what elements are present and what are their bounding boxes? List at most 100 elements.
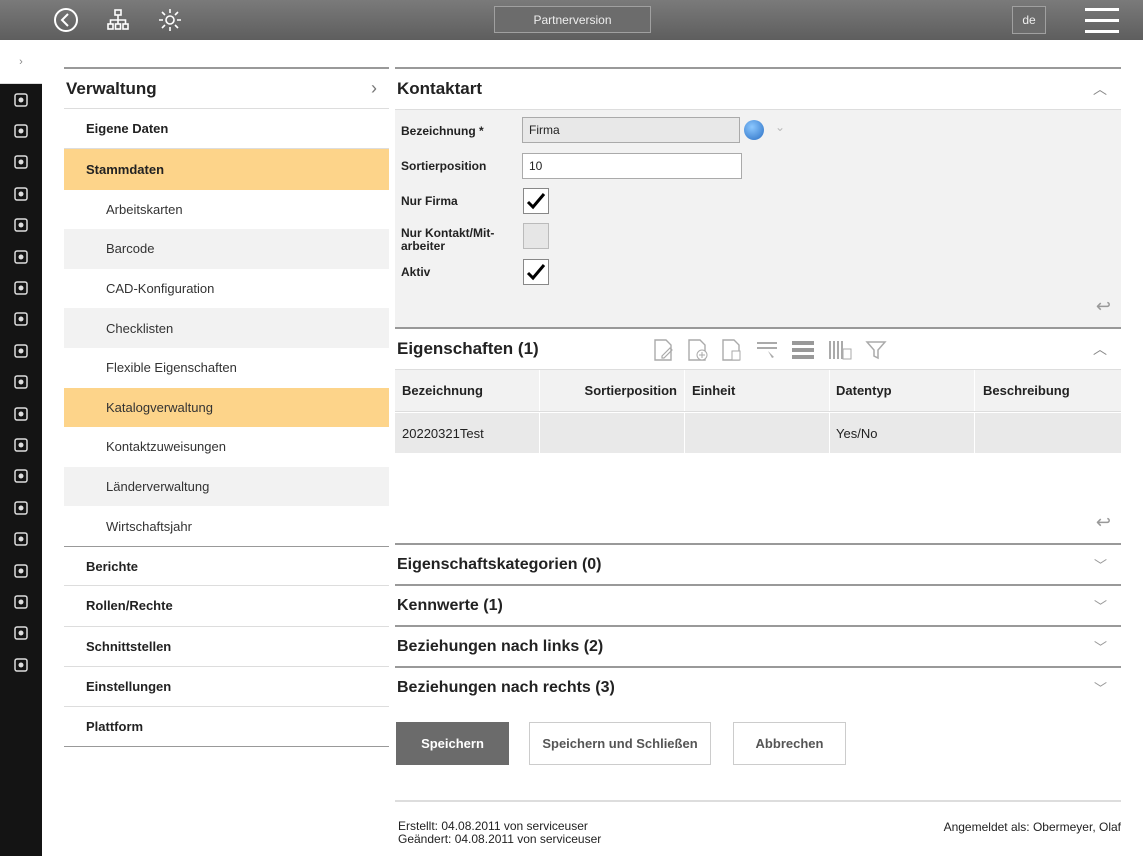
nav-header[interactable]: Verwaltung ›	[64, 67, 389, 109]
nav-subitem[interactable]: CAD-Konfiguration	[64, 269, 389, 309]
chart-icon[interactable]	[0, 147, 42, 178]
globe-icon[interactable]	[744, 120, 764, 140]
nav-item[interactable]: Schnittstellen	[64, 627, 389, 667]
cart-icon[interactable]	[0, 272, 42, 303]
col-beschreibung[interactable]: Beschreibung	[975, 370, 1121, 411]
filter-icon[interactable]	[865, 339, 887, 361]
col-datentyp[interactable]: Datentyp	[830, 370, 975, 411]
nav-subitem[interactable]: Katalogverwaltung	[64, 387, 389, 428]
dashboard-icon[interactable]	[0, 429, 42, 460]
nav-item[interactable]: Plattform	[64, 707, 389, 748]
table-row[interactable]: 20220321Test Yes/No	[395, 413, 1121, 453]
col-bezeichnung[interactable]: Bezeichnung	[395, 370, 540, 411]
user-icon[interactable]	[0, 492, 42, 523]
edit-icon[interactable]	[653, 338, 675, 362]
button-bar: Speichern Speichern und Schließen Abbrec…	[395, 707, 1121, 797]
rows-icon[interactable]	[791, 340, 815, 360]
chevron-up-icon[interactable]: ︿	[1093, 79, 1107, 99]
footer: Erstellt: 04.08.2011 von serviceuser Geä…	[395, 800, 1121, 846]
nav-item[interactable]: Rollen/Rechte	[64, 586, 389, 627]
check-icon	[526, 264, 546, 281]
house-icon[interactable]	[0, 523, 42, 554]
section-title: Kennwerte (1)	[397, 596, 503, 614]
top-bar: Partnerversion de	[0, 0, 1143, 40]
add-icon[interactable]	[687, 338, 709, 362]
nur-firma-label: Nur Firma	[401, 194, 458, 208]
chevron-down-icon[interactable]: ﹀	[1094, 596, 1107, 615]
nav-subitem[interactable]: Barcode	[64, 229, 389, 269]
section-kontaktart-header[interactable]: Kontaktart ︿	[395, 67, 1121, 109]
cell-einheit	[685, 413, 830, 453]
car-icon[interactable]	[0, 461, 42, 492]
map-icon[interactable]	[0, 586, 42, 617]
box-icon[interactable]	[0, 210, 42, 241]
chevron-down-icon[interactable]: ﹀	[1094, 555, 1107, 574]
nav-item-stammdaten[interactable]: Stammdaten	[64, 149, 389, 190]
chevron-up-icon[interactable]: ︿	[1093, 339, 1107, 359]
select-row-icon[interactable]	[755, 340, 779, 360]
icon-rail: ›	[0, 40, 42, 856]
user-icon[interactable]	[0, 84, 42, 115]
printer-icon[interactable]	[0, 241, 42, 272]
delete-icon[interactable]	[721, 338, 743, 362]
binoculars-icon[interactable]	[0, 115, 42, 146]
table-header: Bezeichnung Sortierposition Einheit Date…	[395, 370, 1121, 412]
nav-item[interactable]: Berichte	[64, 545, 389, 587]
chevron-down-icon[interactable]: ﹀	[1094, 637, 1107, 656]
badge-icon[interactable]	[0, 618, 42, 649]
nav-subitem[interactable]: Kontaktzuweisungen	[64, 427, 389, 467]
check-icon	[526, 193, 546, 210]
gear-icon[interactable]	[154, 3, 186, 37]
save-close-button[interactable]: Speichern und Schließen	[529, 722, 711, 765]
section-title: Kontaktart	[397, 79, 483, 98]
changed-info: Geändert: 04.08.2011 von serviceuser	[398, 832, 602, 846]
hamburger-menu-icon[interactable]	[1082, 3, 1122, 37]
cell-beschreibung	[975, 413, 1121, 453]
nav-subitem[interactable]: Checklisten	[64, 308, 389, 348]
chevron-down-icon[interactable]: ⌄	[775, 120, 785, 134]
collapsed-section-header[interactable]: Kennwerte (1) ﹀	[395, 584, 1121, 625]
sortierposition-field[interactable]: 10	[522, 153, 742, 179]
columns-icon[interactable]	[827, 339, 853, 361]
aktiv-label: Aktiv	[401, 265, 431, 279]
undo-icon[interactable]: ↩	[1096, 512, 1111, 533]
nur-kontakt-checkbox[interactable]	[523, 223, 549, 249]
tools-icon[interactable]	[0, 649, 42, 680]
logged-in-info: Angemeldet als: Obermeyer, Olaf	[943, 820, 1121, 834]
save-button[interactable]: Speichern	[396, 722, 509, 765]
sitemap-icon[interactable]	[0, 335, 42, 366]
nav-item[interactable]: Einstellungen	[64, 667, 389, 708]
partner-version-button[interactable]: Partnerversion	[494, 6, 651, 33]
nur-firma-checkbox[interactable]	[523, 188, 549, 214]
cable-icon[interactable]	[0, 555, 42, 586]
aktiv-checkbox[interactable]	[523, 259, 549, 285]
cancel-button[interactable]: Abbrechen	[733, 722, 846, 765]
back-icon[interactable]	[50, 3, 82, 37]
pen-icon[interactable]	[0, 304, 42, 335]
expand-rail-button[interactable]: ›	[0, 40, 42, 84]
collapsed-section-header[interactable]: Beziehungen nach links (2) ﹀	[395, 625, 1121, 666]
bezeichnung-field[interactable]: Firma	[522, 117, 740, 143]
nav-subitem[interactable]: Arbeitskarten	[64, 190, 389, 230]
cell-bezeichnung: 20220321Test	[395, 413, 540, 453]
collapsed-section-header[interactable]: Beziehungen nach rechts (3) ﹀	[395, 666, 1121, 707]
eigenschaften-table: Bezeichnung Sortierposition Einheit Date…	[395, 369, 1121, 543]
nav-subitem[interactable]: Wirtschaftsjahr	[64, 506, 389, 546]
section-title: Beziehungen nach links (2)	[397, 637, 604, 655]
calendar-icon[interactable]	[0, 398, 42, 429]
nav-item-eigene-daten[interactable]: Eigene Daten	[64, 109, 389, 150]
undo-icon[interactable]: ↩	[1096, 296, 1111, 317]
nav-title: Verwaltung	[66, 78, 157, 98]
nav-subitem[interactable]: Flexible Eigenschaften	[64, 348, 389, 388]
map-icon[interactable]	[0, 367, 42, 398]
nav-subitem[interactable]: Länderverwaltung	[64, 466, 389, 507]
collapsed-section-header[interactable]: Eigenschaftskategorien (0) ﹀	[395, 543, 1121, 584]
col-sortierposition[interactable]: Sortierposition	[540, 370, 685, 411]
language-button[interactable]: de	[1012, 6, 1046, 34]
sitemap-icon[interactable]	[103, 3, 133, 37]
kontaktart-form: Bezeichnung * Firma ⌄ Sortierposition 10…	[395, 109, 1121, 327]
chevron-down-icon[interactable]: ﹀	[1094, 678, 1107, 697]
tree-icon[interactable]	[0, 178, 42, 209]
section-eigenschaften-header[interactable]: Eigenschaften (1) ︿	[395, 327, 1121, 369]
col-einheit[interactable]: Einheit	[685, 370, 830, 411]
